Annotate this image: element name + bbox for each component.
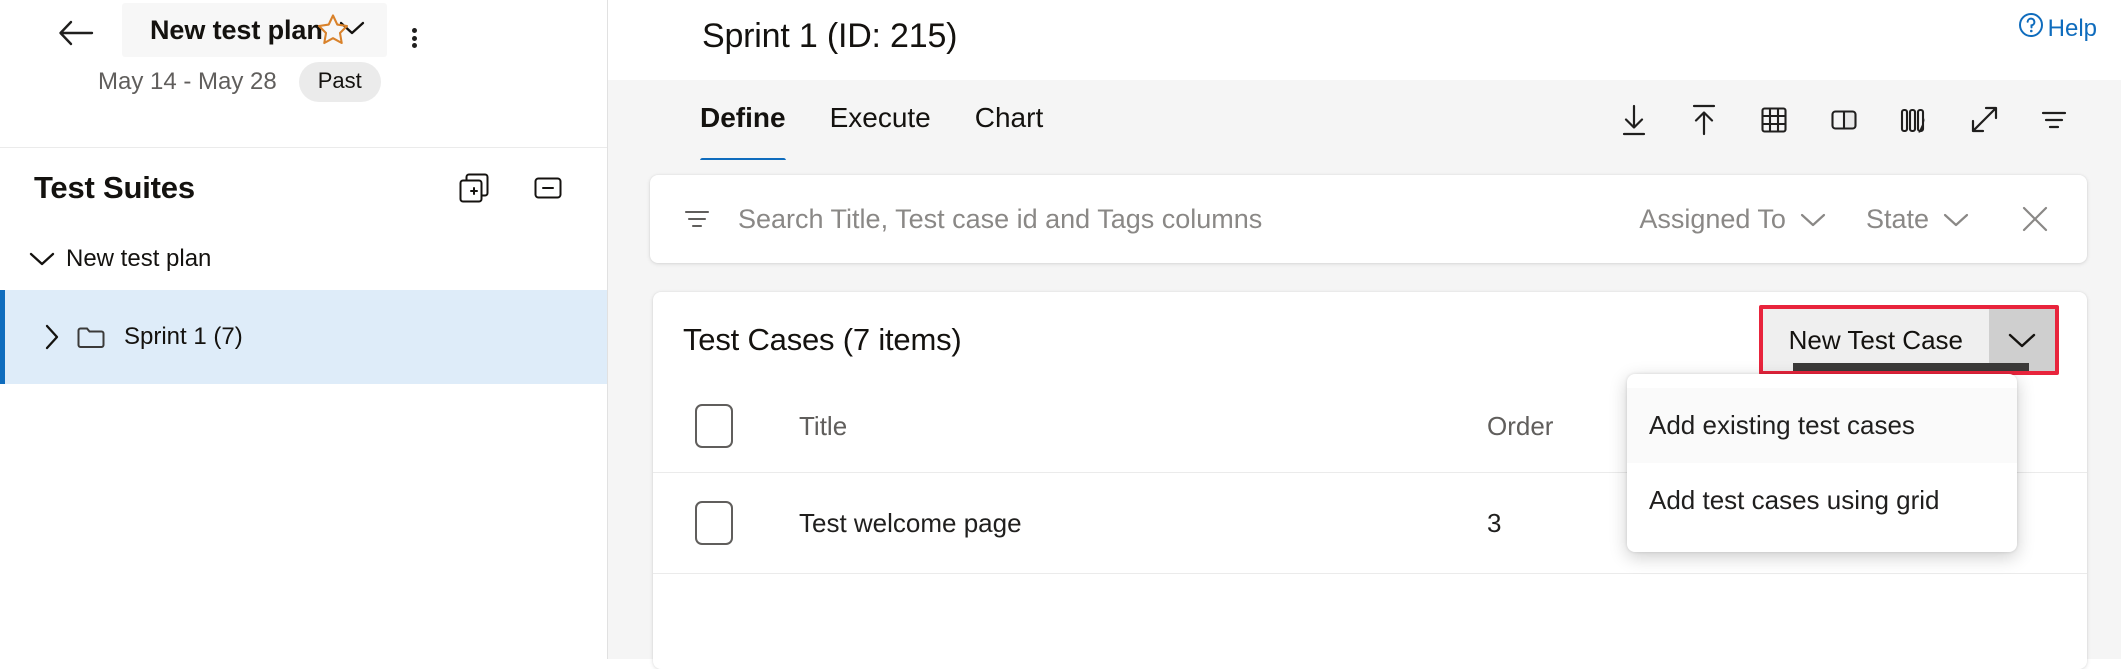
row-select-cell	[653, 473, 799, 574]
collapse-all-icon[interactable]	[525, 165, 571, 211]
help-link[interactable]: Help	[2017, 11, 2097, 46]
plan-status-badge: Past	[299, 62, 381, 102]
filter-icon[interactable]	[680, 202, 714, 236]
test-suites-header: Test Suites	[0, 148, 607, 214]
more-dot	[412, 43, 417, 48]
test-plan-sidebar: New test plan May 14 - May 28 Past	[0, 0, 608, 659]
split-pane-icon[interactable]	[1809, 89, 1879, 151]
main-content: Sprint 1 (ID: 215) Help Define Exe	[608, 0, 2121, 659]
column-header-title[interactable]: Title	[799, 388, 1487, 473]
app-root: New test plan May 14 - May 28 Past	[0, 0, 2121, 659]
content-area: Assigned To State Test Cases	[608, 160, 2121, 659]
menu-item-label: Add existing test cases	[1649, 410, 1915, 440]
new-test-case-dropdown-toggle[interactable]	[1989, 309, 2055, 371]
more-dot	[412, 36, 417, 41]
grid-view-icon[interactable]	[1739, 89, 1809, 151]
menu-item-label: Add test cases using grid	[1649, 485, 1940, 515]
tab-chart[interactable]: Chart	[975, 85, 1043, 155]
test-cases-title: Test Cases (7 items)	[683, 322, 962, 358]
search-input[interactable]	[736, 203, 1599, 236]
new-test-case-split-button: New Test Case	[1759, 305, 2059, 375]
select-all-checkbox[interactable]	[695, 404, 733, 448]
assigned-to-filter[interactable]: Assigned To	[1639, 204, 1826, 235]
chevron-down-icon	[1800, 204, 1826, 235]
fullscreen-icon[interactable]	[1949, 89, 2019, 151]
test-plan-name: New test plan	[150, 15, 323, 46]
assigned-to-label: Assigned To	[1639, 204, 1786, 235]
favorite-star-icon[interactable]	[310, 6, 356, 52]
new-test-case-label: New Test Case	[1789, 325, 1963, 356]
clear-filters-icon[interactable]	[2015, 199, 2055, 239]
search-filter-bar: Assigned To State	[650, 175, 2087, 263]
column-options-icon[interactable]	[1879, 89, 1949, 151]
chevron-down-icon	[1943, 204, 1969, 235]
menu-item-add-test-cases-using-grid[interactable]: Add test cases using grid	[1627, 463, 2017, 538]
cell-title: Test welcome page	[799, 473, 1487, 574]
menu-item-add-existing-test-cases[interactable]: Add existing test cases	[1627, 388, 2017, 463]
chevron-down-icon[interactable]	[18, 251, 66, 267]
state-filter[interactable]: State	[1866, 204, 1969, 235]
tree-item-new-test-plan[interactable]: New test plan	[0, 228, 607, 290]
new-test-case-button[interactable]: New Test Case	[1763, 309, 1989, 371]
tab-execute[interactable]: Execute	[830, 85, 931, 155]
page-title-bar: Sprint 1 (ID: 215) Help	[608, 0, 2121, 80]
row-checkbox[interactable]	[695, 501, 733, 545]
select-all-header	[653, 388, 799, 473]
plan-date-range: May 14 - May 28	[98, 68, 277, 96]
export-test-cases-icon[interactable]	[1669, 89, 1739, 151]
test-plan-toolbar	[1599, 80, 2089, 160]
new-suite-icon[interactable]	[451, 165, 497, 211]
tree-item-sprint-1[interactable]: Sprint 1 (7)	[0, 290, 607, 384]
tree-item-label: New test plan	[66, 245, 211, 273]
filter-icon[interactable]	[2019, 89, 2089, 151]
test-cases-card: Test Cases (7 items) New Test Case Add e…	[653, 292, 2087, 669]
tab-strip: Define Execute Chart	[608, 80, 2121, 160]
page-title: Sprint 1 (ID: 215)	[702, 17, 957, 56]
test-suite-tree: New test plan Sprint 1 (7)	[0, 214, 607, 384]
plan-date-range-row: May 14 - May 28 Past	[98, 62, 381, 102]
new-test-case-menu: Add existing test cases Add test cases u…	[1627, 374, 2017, 552]
help-circle-icon	[2017, 11, 2045, 46]
tab-label: Chart	[975, 102, 1043, 134]
test-suites-title: Test Suites	[34, 170, 423, 206]
tab-label: Execute	[830, 102, 931, 134]
more-options-icon[interactable]	[393, 17, 435, 59]
folder-icon	[76, 324, 106, 350]
tree-item-label: Sprint 1 (7)	[124, 323, 243, 351]
chevron-right-icon[interactable]	[28, 324, 76, 350]
tab-list: Define Execute Chart	[608, 80, 1087, 160]
test-cases-header: Test Cases (7 items) New Test Case Add e…	[653, 292, 2087, 388]
tab-define[interactable]: Define	[700, 85, 786, 155]
state-label: State	[1866, 204, 1929, 235]
back-arrow-icon[interactable]	[55, 12, 97, 54]
help-label: Help	[2048, 15, 2097, 43]
tab-label: Define	[700, 102, 786, 134]
import-test-cases-icon[interactable]	[1599, 89, 1669, 151]
plan-header: New test plan May 14 - May 28 Past	[0, 0, 607, 148]
more-dot	[412, 28, 417, 33]
